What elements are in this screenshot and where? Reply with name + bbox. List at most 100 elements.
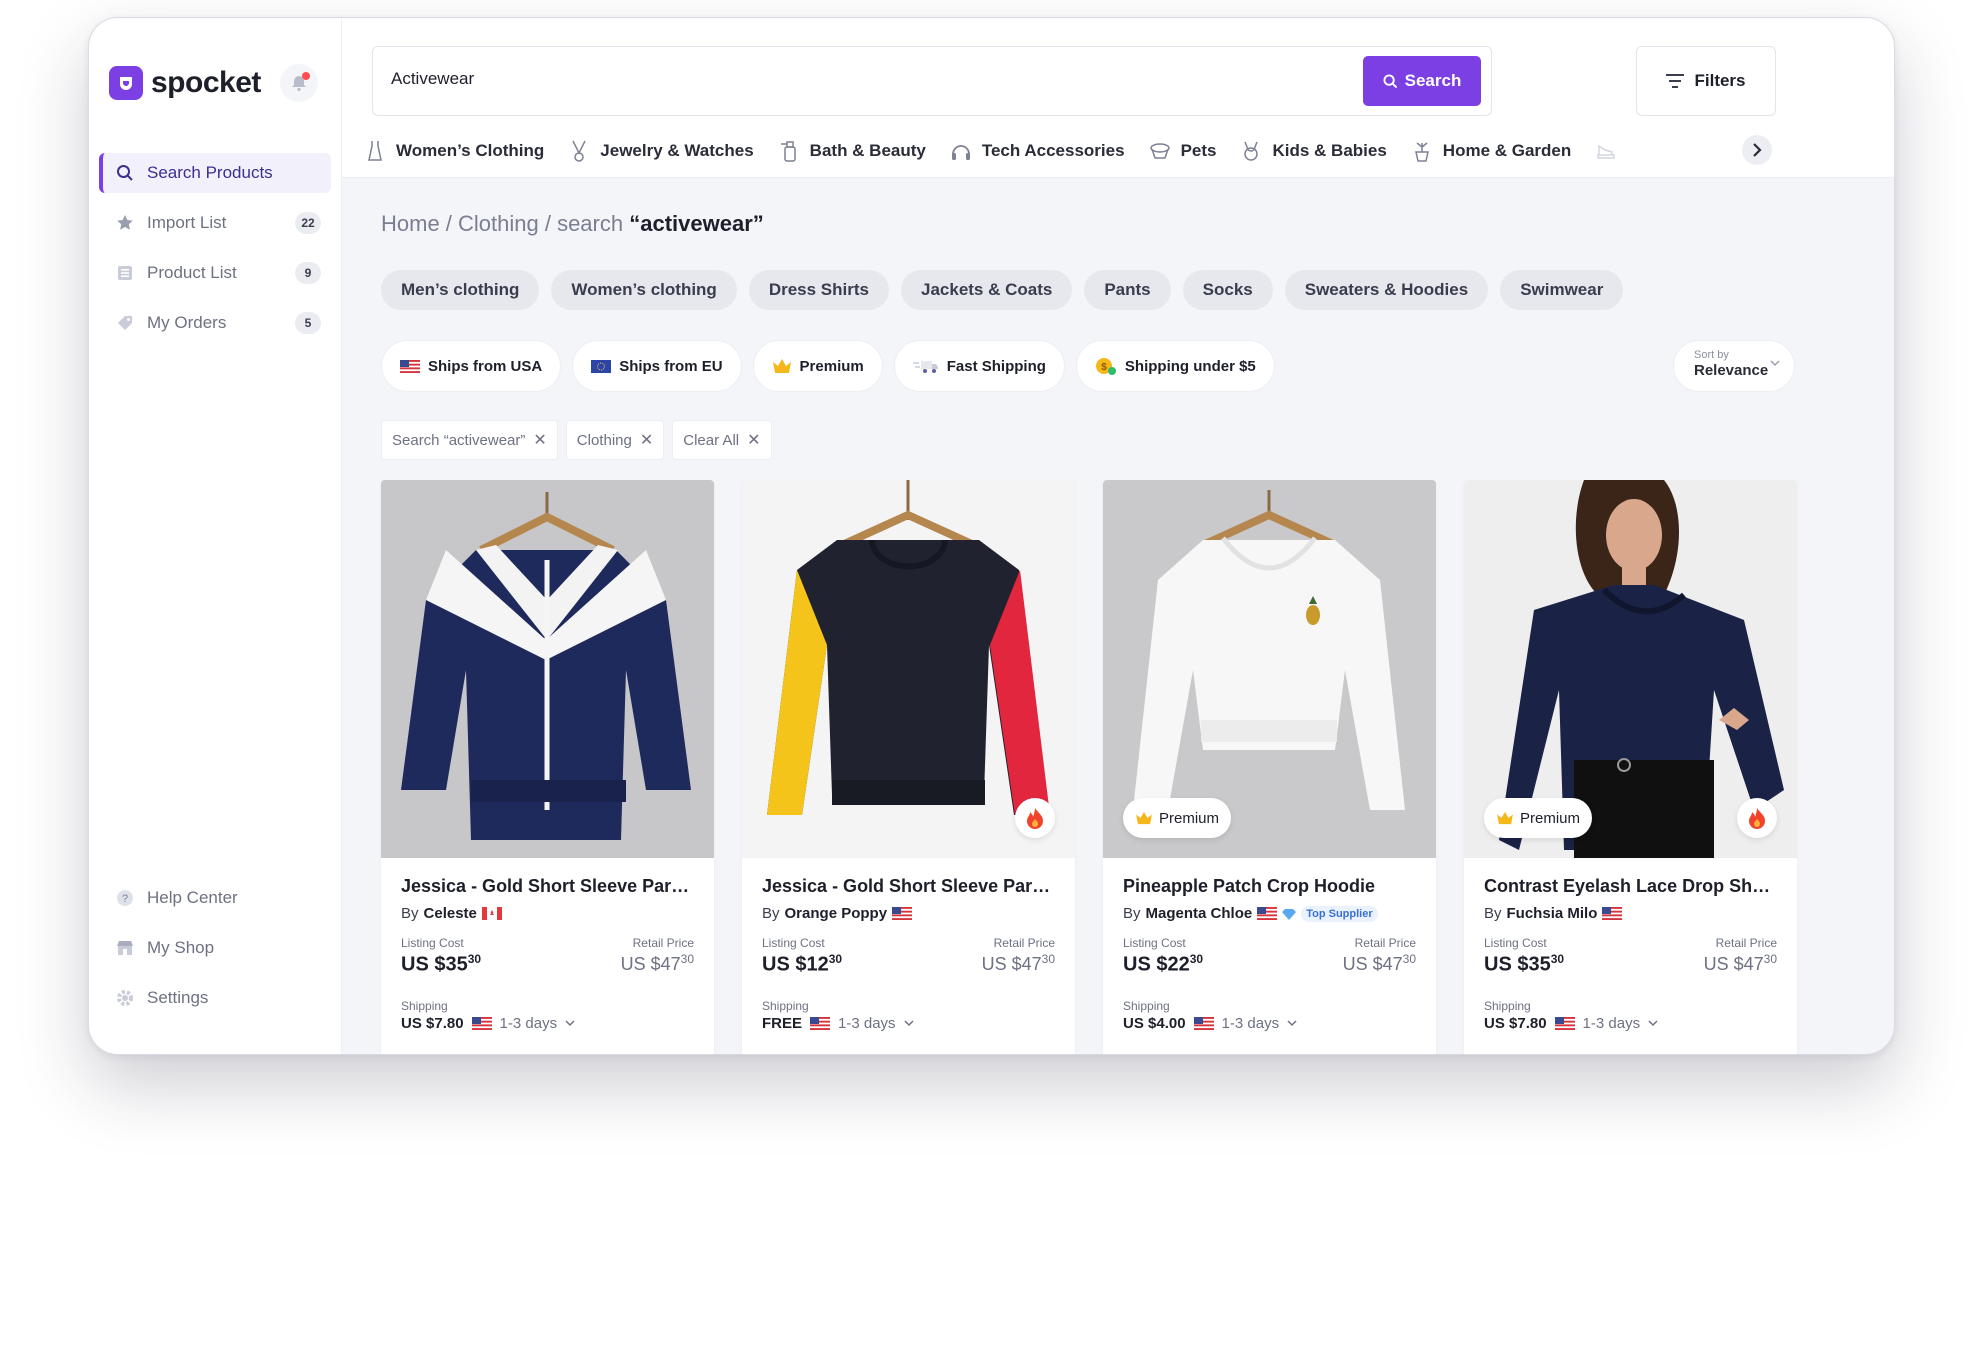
shipping-days: 1-3 days xyxy=(838,1014,896,1032)
us-flag-icon xyxy=(1602,907,1623,920)
product-card[interactable]: Premium Contrast Eyelash Lace Drop Sho..… xyxy=(1464,480,1797,1054)
product-name[interactable]: Jessica - Gold Short Sleeve Party... xyxy=(762,876,1055,897)
sidebar-item-my-orders[interactable]: My Orders 5 xyxy=(99,303,331,343)
supplier-name[interactable]: Magenta Chloe xyxy=(1146,905,1253,922)
category-pets[interactable]: Pets xyxy=(1149,140,1216,162)
breadcrumb-query: “activewear” xyxy=(629,211,764,236)
tag-label: Clothing xyxy=(576,431,632,449)
sidebar-item-import-list[interactable]: Import List 22 xyxy=(99,203,331,243)
shipping-label: Shipping xyxy=(401,998,448,1013)
sidebar-item-help-center[interactable]: ? Help Center xyxy=(99,878,331,918)
breadcrumb-path[interactable]: Home / Clothing / search xyxy=(381,211,629,236)
pill-shipping-under-5[interactable]: $ Shipping under $5 xyxy=(1075,340,1275,392)
chip-jackets-coats[interactable]: Jackets & Coats xyxy=(901,270,1073,310)
filter-icon xyxy=(1666,74,1685,88)
supplier-name[interactable]: Orange Poppy xyxy=(785,905,888,922)
product-name[interactable]: Pineapple Patch Crop Hoodie xyxy=(1123,876,1416,897)
chevron-down-icon xyxy=(565,1020,575,1026)
sidebar-item-my-shop[interactable]: My Shop xyxy=(99,928,331,968)
category-bath-beauty[interactable]: Bath & Beauty xyxy=(778,140,926,162)
product-card[interactable]: Premium Pineapple Patch Crop Hoodie By M… xyxy=(1103,480,1436,1054)
shipping-row[interactable]: FREE 1-3 days xyxy=(762,1015,1055,1032)
sidebar-item-product-list[interactable]: Product List 9 xyxy=(99,253,331,293)
retail-price-label: Retail Price xyxy=(1715,936,1777,950)
category-next-button[interactable] xyxy=(1742,135,1772,165)
app-window: spocket Search Products Import List 22 P… xyxy=(88,17,1895,1055)
chip-dress-shirts[interactable]: Dress Shirts xyxy=(748,270,889,310)
crown-icon xyxy=(1497,811,1513,825)
chip-socks[interactable]: Socks xyxy=(1182,270,1273,310)
category-label: Jewelry & Watches xyxy=(600,141,754,160)
product-card[interactable]: Jessica - Gold Short Sleeve Party... By … xyxy=(381,480,714,1054)
price-row: Listing Cost US $3530 Retail Price US $4… xyxy=(401,936,694,977)
svg-text:?: ? xyxy=(122,893,128,905)
fire-icon xyxy=(1749,808,1765,829)
search-button[interactable]: Search xyxy=(1363,56,1481,106)
close-icon[interactable]: ✕ xyxy=(640,430,653,450)
pill-label: Premium xyxy=(799,357,864,375)
chevron-down-icon xyxy=(1648,1020,1658,1026)
shipping-row[interactable]: US $4.00 1-3 days xyxy=(1123,1015,1416,1032)
search-icon xyxy=(1383,73,1397,88)
shipping-row[interactable]: US $7.80 1-3 days xyxy=(1484,1015,1777,1032)
pill-label: Fast Shipping xyxy=(946,357,1046,375)
search-input[interactable] xyxy=(391,69,1191,89)
chevron-down-icon xyxy=(1770,360,1780,367)
category-womens-clothing[interactable]: Women’s Clothing xyxy=(364,140,544,162)
supplier-name[interactable]: Celeste xyxy=(424,905,477,922)
chip-womens-clothing[interactable]: Women’s clothing xyxy=(551,270,737,310)
listing-cost-value: US $1230 xyxy=(762,952,842,977)
product-name[interactable]: Jessica - Gold Short Sleeve Party... xyxy=(401,876,694,897)
trending-fire-badge xyxy=(1737,798,1777,838)
pill-premium[interactable]: Premium xyxy=(752,340,883,392)
listing-cost-value: US $2230 xyxy=(1123,952,1203,977)
chip-swimwear[interactable]: Swimwear xyxy=(1500,270,1624,310)
listing-cost-label: Listing Cost xyxy=(401,936,464,950)
premium-badge: Premium xyxy=(1484,798,1593,838)
filters-button[interactable]: Filters xyxy=(1636,46,1776,116)
close-icon[interactable]: ✕ xyxy=(747,430,760,450)
notification-dot xyxy=(302,72,310,80)
cost-dollars: US $35 xyxy=(401,953,468,976)
shipping-row[interactable]: US $7.80 1-3 days xyxy=(401,1015,694,1032)
category-label: Tech Accessories xyxy=(981,141,1125,160)
chip-sweaters-hoodies[interactable]: Sweaters & Hoodies xyxy=(1284,270,1489,310)
category-tech-accessories[interactable]: Tech Accessories xyxy=(950,140,1125,162)
orders-count-badge: 5 xyxy=(295,312,321,334)
sidebar-item-label: My Orders xyxy=(147,313,227,332)
cost-cents: 30 xyxy=(828,952,843,966)
trending-fire-badge xyxy=(1015,798,1055,838)
retail-dollars: US $47 xyxy=(620,954,681,974)
by-label: By xyxy=(762,905,780,922)
close-icon[interactable]: ✕ xyxy=(533,430,546,450)
supplier-line: By Celeste xyxy=(401,905,694,922)
sort-dropdown[interactable]: Sort by Relevance xyxy=(1673,340,1795,392)
chip-pants[interactable]: Pants xyxy=(1084,270,1171,310)
pill-fast-shipping[interactable]: Fast Shipping xyxy=(893,340,1065,392)
sidebar-item-search-products[interactable]: Search Products xyxy=(99,153,331,193)
retail-price-value: US $4730 xyxy=(982,952,1055,975)
pill-ships-from-usa[interactable]: Ships from USA xyxy=(381,340,562,392)
shipping-info: Shipping US $7.80 1-3 days xyxy=(401,999,694,1032)
cost-cents: 30 xyxy=(467,952,482,966)
sidebar-item-settings[interactable]: Settings xyxy=(99,978,331,1018)
product-card[interactable]: Jessica - Gold Short Sleeve Party... By … xyxy=(742,480,1075,1054)
supplier-name[interactable]: Fuchsia Milo xyxy=(1507,905,1598,922)
shipping-days: 1-3 days xyxy=(1221,1014,1280,1032)
pill-ships-from-eu[interactable]: Ships from EU xyxy=(572,340,742,392)
listing-cost-value: US $3530 xyxy=(401,952,481,977)
category-kids-babies[interactable]: Kids & Babies xyxy=(1240,140,1387,162)
tag-clear-all[interactable]: Clear All ✕ xyxy=(672,420,772,460)
sidebar-item-label: Import List xyxy=(147,213,227,232)
supplier-line: By Fuchsia Milo xyxy=(1484,905,1777,922)
chip-mens-clothing[interactable]: Men’s clothing xyxy=(381,270,540,310)
category-jewelry-watches[interactable]: Jewelry & Watches xyxy=(568,140,754,162)
product-name[interactable]: Contrast Eyelash Lace Drop Sho... xyxy=(1484,876,1777,897)
shipping-days: 1-3 days xyxy=(499,1014,558,1032)
logo[interactable]: spocket xyxy=(109,66,261,100)
dress-icon xyxy=(364,140,386,162)
notification-bell-icon[interactable] xyxy=(280,64,318,102)
category-bar: Women’s Clothing Jewelry & Watches Bath … xyxy=(352,136,1629,166)
category-home-garden[interactable]: Home & Garden xyxy=(1411,140,1571,162)
product-grid: Jessica - Gold Short Sleeve Party... By … xyxy=(381,480,1797,1054)
